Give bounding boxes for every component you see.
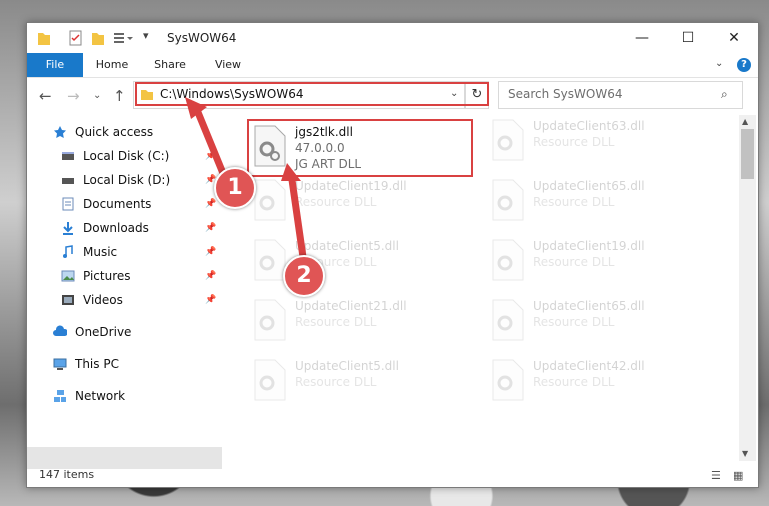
explorer-window: ▾ SysWOW64 — ☐ ✕ File Home Share View ⌄ … — [26, 22, 759, 488]
step-1-badge: 1 — [214, 167, 256, 209]
step-2-badge: 2 — [283, 255, 325, 297]
annotation-arrows — [185, 97, 309, 272]
